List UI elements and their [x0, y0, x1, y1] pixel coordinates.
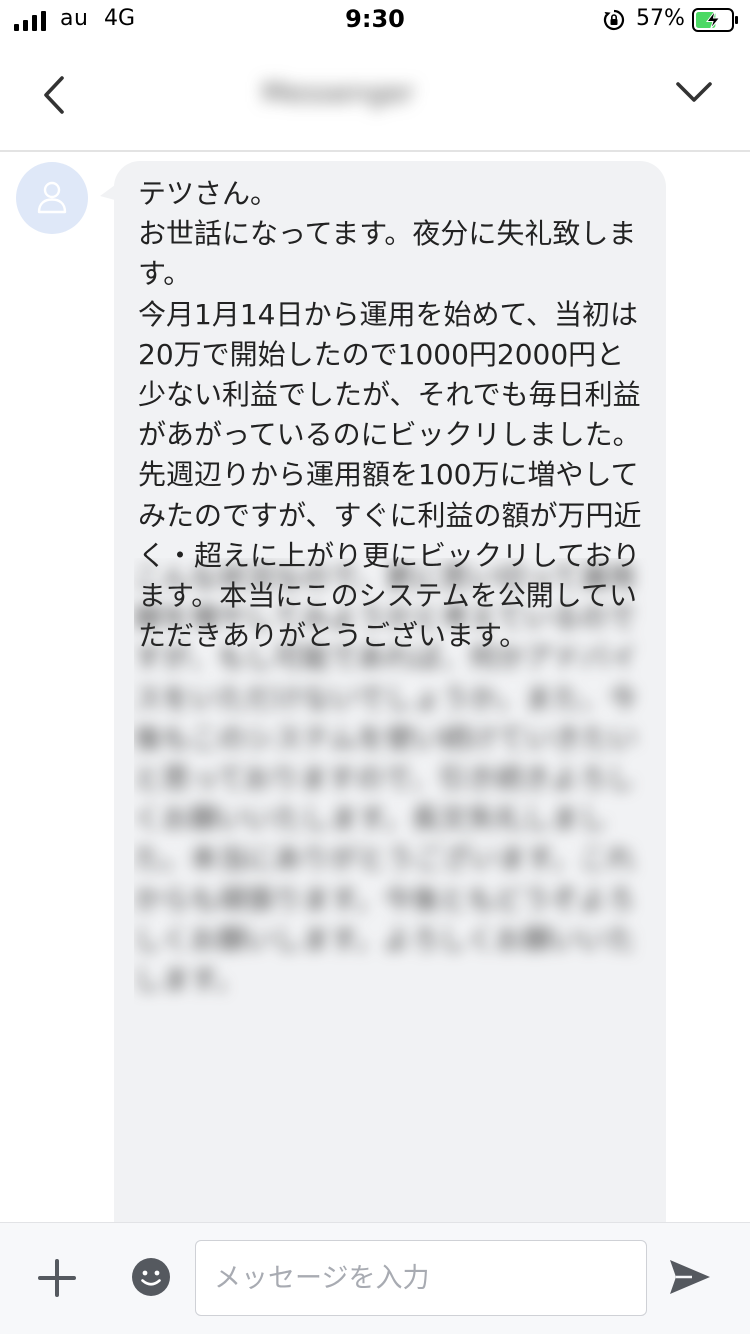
orientation-lock-icon: [603, 9, 625, 31]
chat-title: Messenger: [262, 76, 415, 109]
blurred-message-region: こんな状況なので、更に思い切って運用額を増やしてみようかと考えているのですが、も…: [134, 558, 654, 1074]
battery-charging-icon: [692, 8, 738, 32]
message-input[interactable]: [195, 1240, 647, 1316]
battery-percentage: 57%: [636, 6, 685, 31]
chat-screen: au 4G 9:30 57% Messenger テツさん。 お世話になってます…: [0, 0, 750, 1334]
nav-bar: Messenger: [0, 40, 750, 152]
avatar[interactable]: [16, 162, 88, 234]
blurred-message-text: こんな状況なので、更に思い切って運用額を増やしてみようかと考えているのですが、も…: [134, 561, 638, 997]
message-input-bar: [0, 1222, 750, 1334]
back-chevron-icon[interactable]: [30, 70, 80, 120]
emoji-icon[interactable]: [130, 1256, 172, 1298]
plus-icon[interactable]: [36, 1257, 78, 1299]
status-bar: au 4G 9:30 57%: [0, 0, 750, 40]
chevron-down-icon[interactable]: [666, 68, 722, 118]
send-icon[interactable]: [668, 1257, 712, 1297]
person-icon: [37, 181, 67, 214]
